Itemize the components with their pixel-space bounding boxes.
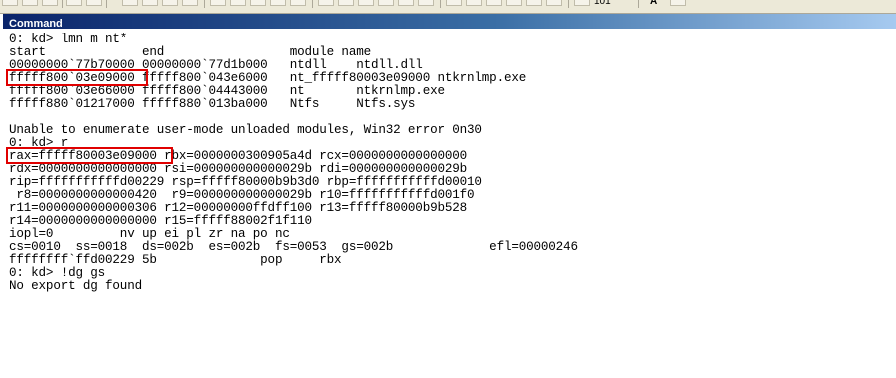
highlight-box-module-start (6, 69, 148, 86)
toolbar-button[interactable] (22, 0, 38, 6)
toolbar-button[interactable] (486, 0, 502, 6)
toolbar-button[interactable] (162, 0, 178, 6)
toolbar-button[interactable] (122, 0, 138, 6)
toolbar-button[interactable] (338, 0, 354, 6)
toolbar-button[interactable] (574, 0, 590, 6)
toolbar-button[interactable] (210, 0, 226, 6)
toolbar-button[interactable] (670, 0, 686, 6)
toolbar-separator (638, 0, 639, 8)
toolbar-button[interactable] (506, 0, 522, 6)
toolbar-button[interactable] (270, 0, 286, 6)
toolbar-button[interactable] (230, 0, 246, 6)
toolbar-button[interactable] (142, 0, 158, 6)
toolbar-button[interactable] (446, 0, 462, 6)
toolbar-button[interactable] (42, 0, 58, 6)
toolbar-separator (568, 0, 569, 8)
toolbar-button[interactable] (2, 0, 18, 6)
font-icon[interactable]: A (650, 0, 657, 7)
toolbar-separator (62, 0, 63, 8)
output-line: Unable to enumerate user-mode unloaded m… (9, 123, 482, 137)
toolbar-button[interactable] (546, 0, 562, 6)
toolbar-button[interactable] (250, 0, 266, 6)
highlight-box-rax (6, 147, 173, 164)
toolbar-button[interactable] (290, 0, 306, 6)
toolbar-button[interactable] (526, 0, 542, 6)
toolbar-button[interactable] (398, 0, 414, 6)
output-line: No export dg found (9, 279, 142, 293)
toolbar-button[interactable] (318, 0, 334, 6)
command-window-title-bar[interactable]: Command (3, 14, 896, 30)
toolbar-separator (440, 0, 441, 8)
toolbar-button[interactable] (378, 0, 394, 6)
toolbar-separator (106, 0, 107, 8)
toolbar-separator (312, 0, 313, 8)
toolbar: 101 A (0, 0, 896, 14)
toolbar-separator (204, 0, 205, 8)
toolbar-button[interactable] (66, 0, 82, 6)
command-window-title: Command (9, 18, 63, 30)
toolbar-button[interactable] (358, 0, 374, 6)
output-line: ffffffff`ffd00229 5b pop rbx (9, 253, 342, 267)
toolbar-button[interactable] (466, 0, 482, 6)
font-size-label: 101 (594, 0, 611, 7)
output-line: fffff880`01217000 fffff880`013ba000 Ntfs… (9, 97, 416, 111)
toolbar-button[interactable] (418, 0, 434, 6)
toolbar-button[interactable] (86, 0, 102, 6)
toolbar-button[interactable] (182, 0, 198, 6)
